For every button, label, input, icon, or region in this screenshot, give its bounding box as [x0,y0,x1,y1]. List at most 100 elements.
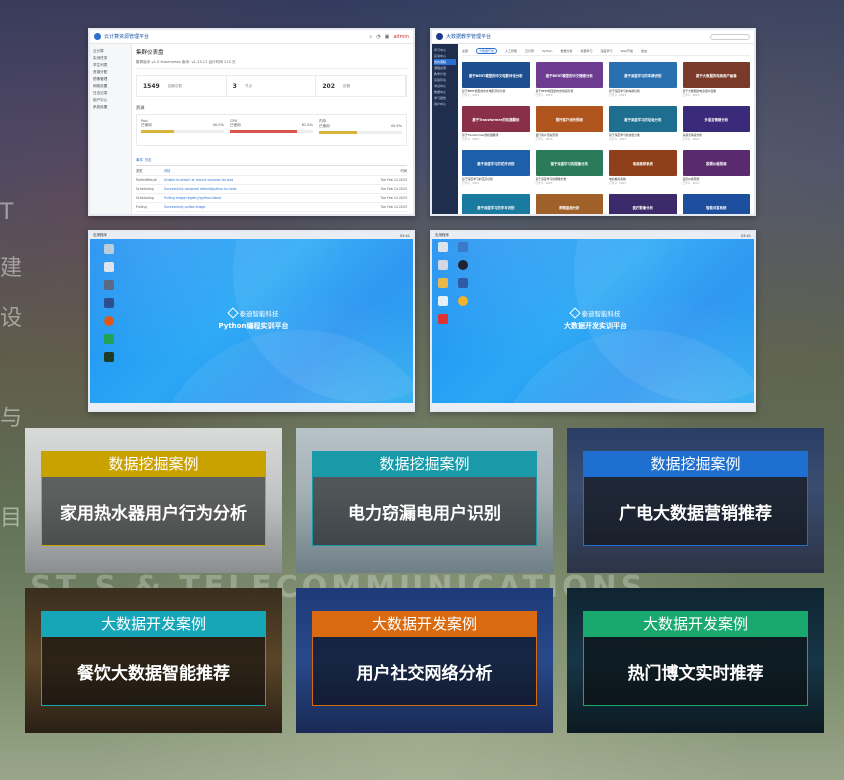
table-row: Scheduling Successfully assigned default/… [136,185,407,194]
top-bar: 云计算资源管理平台 ⌕ ◔ ▣ admin [90,30,413,44]
sidebar-item[interactable]: 系统设置 [93,104,128,111]
course-card[interactable]: 基于深度学习的花卉识别 基于深度学习的花卉识别 已学习 · 2023 [462,150,530,190]
case-card[interactable]: 大数据开发案例 热门博文实时推荐 [567,588,824,733]
chrome-icon[interactable] [458,296,468,306]
pdf-icon[interactable] [438,314,448,324]
file-icon[interactable] [438,260,448,270]
case-title: 用户社交网络分析 [312,637,537,706]
category-tab[interactable]: Web开发 [621,49,634,53]
course-card[interactable]: 基于BERT模型的中文电影评论分析 基于BERT模型的中文电影评论分析 已学习 · … [462,62,530,102]
resource-progress-bar [319,131,402,134]
sidebar-item[interactable]: 资源分配 [93,69,128,76]
course-cover: 基于深度学习的手写识别 [462,194,530,214]
search-icon[interactable]: ⌕ [369,34,372,40]
sidebar-item[interactable]: 云计算 [93,48,128,55]
pycharm-icon[interactable] [104,334,114,344]
resource-item: 内存 已使用 45.9% [319,119,402,141]
background-side-mark: 建 [0,256,23,281]
course-card[interactable]: 电商推荐系统 电商推荐系统 已学习 · 2023 [609,150,677,190]
case-tag: 大数据开发案例 [312,611,537,637]
app-title: 云计算资源管理平台 [104,34,150,40]
category-tab[interactable]: 爬虫 [641,49,647,53]
course-card[interactable]: 基于Transformer的机器翻译 基于Transformer的机器翻译 已学习 … [462,106,530,146]
category-tab[interactable]: 云计算 [525,49,534,53]
idea-icon[interactable] [458,278,468,288]
sidebar-item[interactable]: 用户中心 [434,101,456,107]
toolbar-icons[interactable]: ⌕ ◔ ▣ admin [369,34,409,40]
desktop-logo: 泰迪智能科技 Python编程实训平台 [190,307,317,331]
course-card[interactable]: 多语言情感分析 多语言情感分析 已学习 · 2023 [682,106,750,146]
app-logo-icon [436,33,443,40]
resource-usage: Pod 已使用 40.0% CPU 已使用 81.5% 内存 已使用 45.9% [136,114,407,146]
case-title: 家用热水器用户行为分析 [41,477,266,546]
sidebar-item[interactable]: 日志记录 [93,90,128,97]
course-cover: 基于深度学习的车牌识别 [609,62,677,88]
archive-icon[interactable] [438,278,448,288]
course-cover: 舆情监测分析 [535,194,603,214]
document-icon[interactable] [438,296,448,306]
editor-icon[interactable] [104,352,114,362]
resource-percent: 81.5% [301,123,313,127]
computer-icon[interactable] [104,244,114,254]
eclipse-icon[interactable] [458,260,468,270]
terminal-icon[interactable] [104,298,114,308]
course-card[interactable]: 基于深度学习的车牌识别 基于深度学习的车牌识别 已学习 · 2023 [609,62,677,102]
case-card[interactable]: 数据挖掘案例 家用热水器用户行为分析 [25,428,282,573]
sidebar-item[interactable]: 镜像管理 [93,76,128,83]
user-name[interactable]: admin [393,34,409,40]
platform-name: Python编程实训平台 [218,322,289,330]
category-tab[interactable]: 大数据开发 [476,47,498,54]
course-cover: 基于Transformer的机器翻译 [462,106,530,132]
course-card[interactable]: 基于深度学习的垃圾分类 基于深度学习的垃圾分类 已学习 · 2023 [609,106,677,146]
page-title: 集群仪表盘 [136,50,164,56]
table-cell: 详情 [164,169,171,173]
app-menu[interactable]: 应用程序 [435,233,449,238]
trash-icon[interactable] [104,280,114,290]
course-card[interactable]: 基于大数据的电商用户画像 基于大数据的电商用户画像 已学习 · 2023 [682,62,750,102]
table-cell: Unable to attach or mount volumes for po… [164,178,234,182]
app-title: 大数据教学管理平台 [446,34,492,40]
category-tab[interactable]: 人工智能 [505,49,517,53]
sidebar-item[interactable]: 用户中心 [93,97,128,104]
desktop-logo: 泰迪智能科技 大数据开发实训平台 [532,307,659,331]
category-tab[interactable]: 数据分析 [560,49,572,53]
fullscreen-icon[interactable]: ▣ [385,34,390,40]
course-card[interactable]: 智能问答系统智能问答系统已学习 · 2023 [682,194,750,214]
platform-name: 大数据开发实训平台 [564,322,627,330]
category-tab[interactable]: 机器学习 [580,49,592,53]
home-folder-icon[interactable] [104,262,114,272]
tab-events[interactable]: 事件 日志 [136,158,407,166]
app-menu[interactable]: 应用程序 [93,233,107,238]
case-card[interactable]: 大数据开发案例 餐饮大数据智能推荐 [25,588,282,733]
firefox-icon[interactable] [104,316,114,326]
course-card[interactable]: 舆情监测分析舆情监测分析已学习 · 2023 [535,194,603,214]
course-meta: 已学习 · 2023 [682,138,700,141]
terminal-icon[interactable] [458,242,468,252]
course-cover: 电商推荐系统 [609,150,677,176]
sidebar-item[interactable]: 学生列表 [93,62,128,69]
folder-icon[interactable] [438,242,448,252]
category-tab[interactable]: Python [542,49,552,53]
resource-used-label: 已使用 [319,124,330,128]
sidebar-item[interactable]: 网络设置 [93,83,128,90]
category-tab[interactable]: 全部 [462,49,468,53]
case-card[interactable]: 数据挖掘案例 电力窃漏电用户识别 [296,428,553,573]
course-card[interactable]: 银行客户流失预测 银行客户流失预测 已学习 · 2023 [535,106,603,146]
search-input[interactable] [710,33,750,40]
bell-icon[interactable]: ◔ [376,34,380,40]
course-card[interactable]: 股票价格预测 股票价格预测 已学习 · 2023 [682,150,750,190]
course-card[interactable]: 基于深度学习的手写识别基于深度学习的手写识别已学习 · 2023 [462,194,530,214]
sidebar-item[interactable]: 实训任务 [93,55,128,62]
section-title: 资源 [136,105,145,110]
screenshot-cluster-dashboard: 云计算资源管理平台 ⌕ ◔ ▣ admin 云计算 实训任务 学生列表 资源分配 镜像管… [88,28,415,216]
course-card[interactable]: 基于深度学习的图像分类 基于深度学习的图像分类 已学习 · 2023 [535,150,603,190]
resource-percent: 40.0% [212,123,224,127]
category-tabs: 全部 大数据开发 人工智能 云计算 Python 数据分析 机器学习 深度学习 Web开发 爬虫 [462,46,750,56]
course-card[interactable]: 医疗影像分析医疗影像分析已学习 · 2023 [609,194,677,214]
category-tab[interactable]: 深度学习 [601,49,613,53]
main-content: 集群仪表盘 集群版本 v1.0 Kubernetes 版本: v1.23.17 … [136,48,407,214]
course-card[interactable]: 基于BERT模型的中文情感分析 基于BERT模型的中文情感分析 已学习 · 2023 [535,62,603,102]
course-meta: 已学习 · 2023 [462,182,479,185]
case-card[interactable]: 大数据开发案例 用户社交网络分析 [296,588,553,733]
case-card[interactable]: 数据挖掘案例 广电大数据营销推荐 [567,428,824,573]
